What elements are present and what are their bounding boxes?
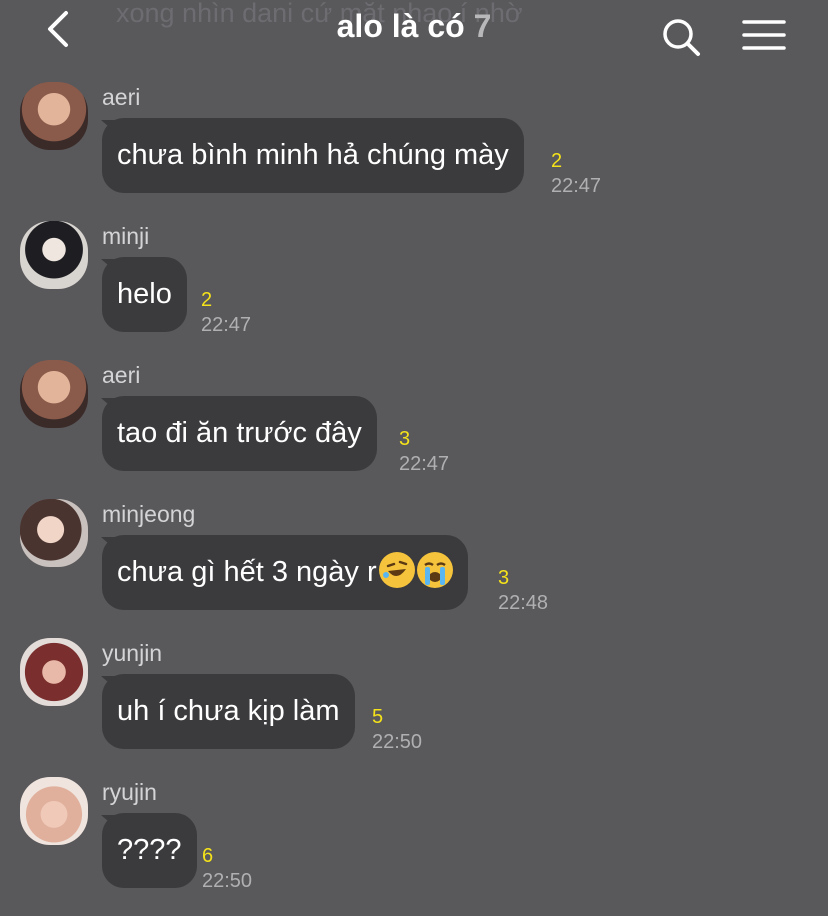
message-time: 22:50 bbox=[372, 731, 423, 753]
rolling-on-floor-laughing-emoji bbox=[378, 552, 415, 589]
sender-name: aeri bbox=[102, 362, 141, 388]
message-row: minji helo 2 22:47 bbox=[0, 221, 828, 360]
sender-name: aeri bbox=[102, 84, 141, 110]
chat-title[interactable]: alo là có 7 bbox=[0, 8, 828, 45]
avatar[interactable] bbox=[20, 221, 88, 289]
avatar[interactable] bbox=[20, 360, 88, 428]
chat-header: xong nhìn dani cứ mặt nhao í nhờ alo là … bbox=[0, 0, 828, 62]
avatar[interactable] bbox=[20, 499, 88, 567]
message-bubble[interactable]: ???? bbox=[102, 813, 197, 888]
unread-count: 5 bbox=[372, 706, 384, 728]
sender-name: yunjin bbox=[102, 640, 163, 666]
sender-name: ryujin bbox=[102, 779, 157, 805]
member-count: 7 bbox=[473, 8, 492, 44]
message-row: yunjin uh í chưa kịp làm 5 22:50 bbox=[0, 638, 828, 777]
unread-count: 6 bbox=[202, 845, 214, 867]
message-bubble[interactable]: helo bbox=[102, 257, 187, 332]
message-row: aeri chưa bình minh hả chúng mày 2 22:47 bbox=[0, 82, 828, 221]
message-time: 22:48 bbox=[498, 592, 549, 614]
avatar[interactable] bbox=[20, 82, 88, 150]
message-bubble[interactable]: tao đi ăn trước đây bbox=[102, 396, 377, 471]
message-row: minjeong chưa gì hết 3 ngày r 3 22:48 bbox=[0, 499, 828, 638]
sender-name: minji bbox=[102, 223, 150, 249]
unread-count: 2 bbox=[201, 289, 213, 311]
message-bubble[interactable]: chưa bình minh hả chúng mày bbox=[102, 118, 524, 193]
menu-icon[interactable] bbox=[742, 18, 786, 52]
unread-count: 3 bbox=[399, 428, 411, 450]
message-text: chưa gì hết 3 ngày r bbox=[117, 556, 377, 588]
message-bubble[interactable]: chưa gì hết 3 ngày r bbox=[102, 535, 468, 610]
message-time: 22:47 bbox=[399, 453, 450, 475]
unread-count: 3 bbox=[498, 567, 510, 589]
avatar[interactable] bbox=[20, 638, 88, 706]
message-row: ryujin ???? 6 22:50 bbox=[0, 777, 828, 916]
message-time: 22:47 bbox=[551, 175, 602, 197]
message-time: 22:50 bbox=[202, 870, 253, 892]
message-bubble[interactable]: uh í chưa kịp làm bbox=[102, 674, 355, 749]
avatar[interactable] bbox=[20, 777, 88, 845]
message-time: 22:47 bbox=[201, 314, 252, 336]
unread-count: 2 bbox=[551, 150, 563, 172]
search-icon[interactable] bbox=[660, 16, 702, 58]
message-row: aeri tao đi ăn trước đây 3 22:47 bbox=[0, 360, 828, 499]
sender-name: minjeong bbox=[102, 501, 196, 527]
loudly-crying-emoji bbox=[416, 552, 453, 589]
chat-name: alo là có bbox=[336, 8, 465, 44]
